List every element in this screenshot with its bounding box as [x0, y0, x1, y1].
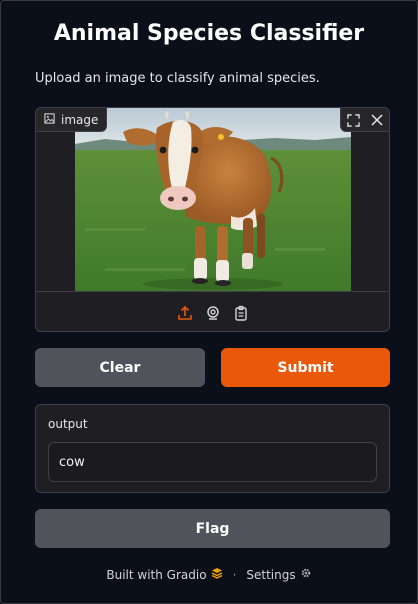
footer: Built with Gradio · Settings: [1, 567, 417, 582]
image-icon: [44, 112, 55, 127]
flag-button[interactable]: Flag: [35, 509, 390, 548]
gradio-logo-icon: [211, 567, 223, 582]
settings-link[interactable]: Settings: [246, 567, 311, 582]
image-label-text: image: [61, 112, 99, 127]
footer-separator: ·: [232, 567, 237, 582]
gear-icon: [300, 567, 312, 582]
upload-icon[interactable]: [176, 304, 194, 322]
submit-button[interactable]: Submit: [221, 348, 390, 387]
image-input-label: image: [36, 108, 108, 132]
settings-text: Settings: [246, 567, 296, 582]
clear-button[interactable]: Clear: [35, 348, 205, 387]
uploaded-cow-photo: [75, 108, 351, 291]
fullscreen-icon[interactable]: [341, 108, 365, 132]
output-textbox[interactable]: cow: [48, 442, 377, 482]
app-window: Animal Species Classifier Upload an imag…: [0, 0, 418, 604]
page-title: Animal Species Classifier: [53, 21, 365, 46]
output-label: output: [48, 417, 88, 431]
built-with-text: Built with Gradio: [106, 567, 207, 582]
built-with-gradio-link[interactable]: Built with Gradio: [106, 567, 222, 582]
webcam-icon[interactable]: [204, 304, 222, 322]
clipboard-icon[interactable]: [232, 304, 250, 322]
image-toolbar: [340, 108, 389, 132]
image-source-bar: [36, 291, 389, 331]
output-panel: output cow: [35, 404, 390, 493]
close-icon[interactable]: [365, 108, 389, 132]
image-input[interactable]: image: [35, 107, 390, 332]
page-description: Upload an image to classify animal speci…: [35, 71, 320, 86]
